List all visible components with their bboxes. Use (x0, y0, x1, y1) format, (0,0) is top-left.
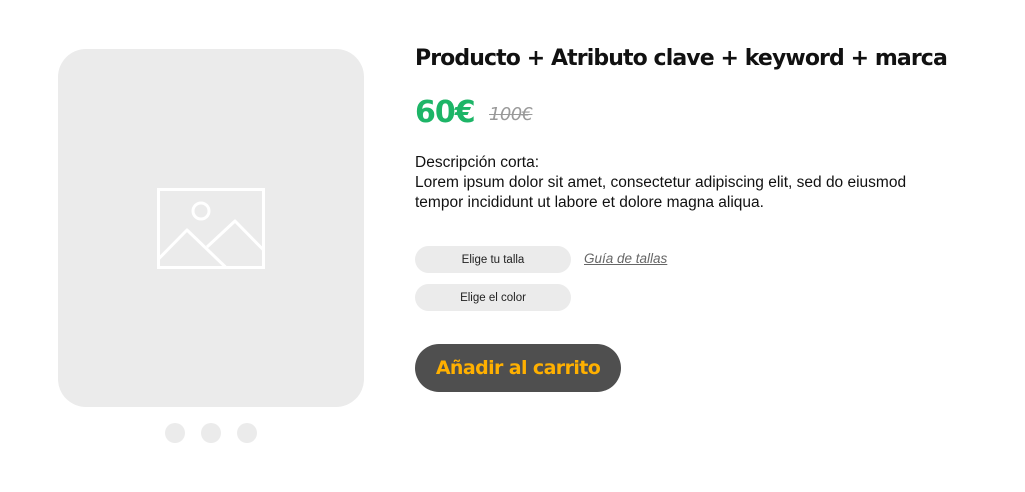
size-select[interactable]: Elige tu talla (415, 246, 571, 273)
description-text-line-1: Lorem ipsum dolor sit amet, consectetur … (415, 174, 907, 191)
description-label: Descripción corta: (415, 154, 540, 171)
price: 60€ (415, 95, 476, 130)
gallery-pagination (165, 423, 257, 443)
color-select[interactable]: Elige el color (415, 284, 571, 311)
size-guide-link[interactable]: Guía de tallas (584, 251, 667, 266)
image-placeholder-icon (157, 188, 265, 269)
product-image-placeholder (58, 49, 364, 407)
product-title: Producto + Atributo clave + keyword + ma… (415, 46, 948, 71)
gallery-dot-3[interactable] (237, 423, 257, 443)
short-description: Descripción corta: Lorem ipsum dolor sit… (415, 153, 995, 213)
gallery-dot-2[interactable] (201, 423, 221, 443)
add-to-cart-button[interactable]: Añadir al carrito (415, 344, 621, 392)
old-price: 100€ (489, 104, 533, 125)
description-text-line-2: tempor incididunt ut labore et dolore ma… (415, 194, 764, 211)
gallery-dot-1[interactable] (165, 423, 185, 443)
